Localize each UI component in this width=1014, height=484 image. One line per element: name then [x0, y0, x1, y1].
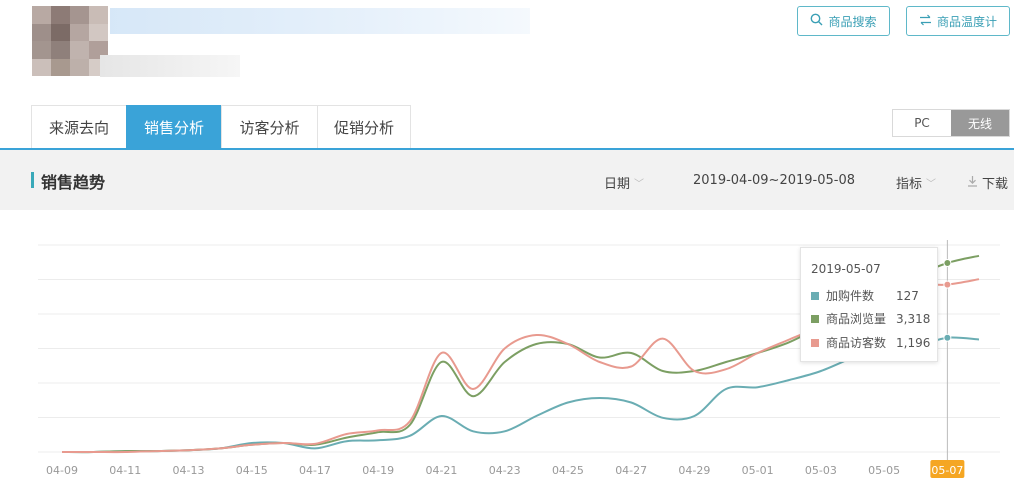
- tab-visitor-analysis[interactable]: 访客分析: [221, 105, 317, 149]
- x-tick-label: 05-03: [805, 464, 837, 477]
- device-toggle: PC 无线: [892, 109, 1010, 137]
- tooltip-series-value: 1,196: [896, 335, 931, 350]
- date-range-text: 2019-04-09~2019-05-08: [693, 173, 855, 188]
- download-label: 下载: [982, 177, 1009, 192]
- avatar: [32, 6, 108, 76]
- search-icon: [810, 13, 823, 29]
- analysis-tabs: 来源去向 销售分析 访客分析 促销分析: [31, 105, 411, 149]
- tooltip-row: 商品访客数 1,196: [811, 334, 930, 351]
- x-tick-label: 04-21: [425, 464, 457, 477]
- x-tick-label: 04-19: [362, 464, 394, 477]
- date-dropdown[interactable]: 日期 ﹀: [604, 173, 644, 192]
- date-range[interactable]: 2019-04-09~2019-05-08: [693, 173, 855, 188]
- x-tick-label: 05-05: [868, 464, 900, 477]
- tab-promotion-analysis[interactable]: 促销分析: [317, 105, 411, 149]
- chevron-down-icon: ﹀: [926, 179, 937, 190]
- product-search-button[interactable]: 商品搜索: [797, 6, 890, 36]
- section-title: 销售趋势: [41, 173, 106, 192]
- metric-label: 指标: [896, 177, 923, 192]
- chevron-down-icon: ﹀: [634, 179, 645, 190]
- metric-dropdown[interactable]: 指标 ﹀: [896, 173, 936, 192]
- tooltip-row: 加购件数 127: [811, 287, 919, 304]
- swap-icon: [919, 14, 932, 29]
- highlight-point: [943, 280, 952, 289]
- tooltip-series-name: 商品浏览量: [826, 312, 887, 326]
- blurred-store-info: [100, 55, 240, 77]
- tab-sales-analysis[interactable]: 销售分析: [126, 105, 221, 149]
- tooltip-series-name: 加购件数: [826, 289, 875, 303]
- product-temperature-label: 商品温度计: [936, 14, 997, 29]
- download-icon: [967, 175, 978, 191]
- legend-swatch: [811, 291, 819, 300]
- x-tick-label: 04-23: [489, 464, 521, 477]
- highlight-point: [943, 333, 952, 342]
- toggle-wireless[interactable]: 无线: [951, 110, 1009, 136]
- legend-swatch: [811, 314, 819, 323]
- x-tick-label: 04-25: [552, 464, 584, 477]
- x-tick-label: 04-15: [236, 464, 268, 477]
- tooltip-series-value: 3,318: [896, 311, 931, 326]
- x-tick-label: 04-17: [299, 464, 331, 477]
- section-accent: [31, 172, 34, 188]
- section-header-bar: [0, 150, 1014, 210]
- download-button[interactable]: 下载: [967, 173, 1008, 192]
- toggle-pc[interactable]: PC: [893, 110, 951, 136]
- highlight-point: [943, 259, 952, 267]
- x-tick-label: 04-13: [172, 464, 204, 477]
- x-tick-label: 04-29: [678, 464, 710, 477]
- tab-source[interactable]: 来源去向: [31, 105, 126, 149]
- tooltip-series-name: 商品访客数: [826, 336, 887, 350]
- tooltip-date: 2019-05-07: [811, 262, 881, 276]
- x-tick-label: 04-11: [109, 464, 141, 477]
- tooltip-series-value: 127: [896, 288, 919, 303]
- chart-tooltip: 2019-05-07 加购件数 127 商品浏览量 3,318 商品访客数 1,…: [800, 247, 938, 362]
- legend-swatch: [811, 338, 819, 347]
- x-tick-label: 04-09: [46, 464, 78, 477]
- date-label: 日期: [604, 177, 631, 192]
- product-search-label: 商品搜索: [828, 14, 877, 29]
- tooltip-row: 商品浏览量 3,318: [811, 310, 930, 327]
- product-temperature-button[interactable]: 商品温度计: [906, 6, 1010, 36]
- x-tick-label: 04-27: [615, 464, 647, 477]
- x-tick-label: 05-07: [931, 464, 963, 477]
- blurred-store-name: [110, 8, 530, 34]
- x-tick-label: 05-01: [742, 464, 774, 477]
